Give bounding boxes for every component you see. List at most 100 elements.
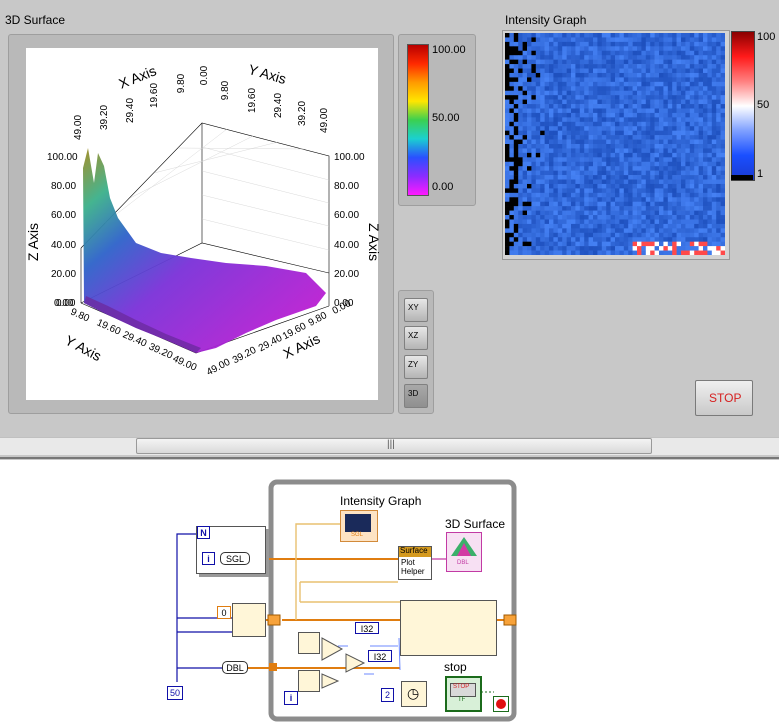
intensity-cell: [672, 192, 677, 198]
intensity-cell: [711, 175, 717, 180]
intensity-cell: [597, 241, 603, 247]
intensity-cell: [676, 126, 682, 131]
intensity-cell: [623, 90, 629, 96]
intensity-cell: [623, 108, 629, 114]
intensity-cell: [689, 33, 695, 38]
zero-constant[interactable]: 0: [217, 606, 231, 619]
intensity-graph-terminal-icon[interactable]: SGL: [340, 510, 378, 542]
intensity-cell: [681, 112, 686, 118]
intensity-cell: [549, 117, 554, 123]
intensity-cell: [645, 81, 651, 87]
intensity-cell: [531, 206, 537, 211]
intensity-cell: [698, 215, 704, 220]
intensity-cell: [694, 144, 699, 149]
intensity-cell: [632, 152, 638, 158]
intensity-cell: [597, 37, 603, 43]
intensity-cell: [645, 33, 651, 38]
dbl-conversion-node[interactable]: DBL: [222, 661, 248, 674]
intensity-cell: [672, 183, 677, 189]
intensity-plot-area[interactable]: [505, 33, 726, 256]
intensity-cell: [544, 201, 550, 207]
fifty-constant[interactable]: 50: [167, 686, 183, 700]
intensity-cell: [641, 37, 647, 43]
subvi-array-node[interactable]: [400, 600, 497, 656]
zy-projection-button[interactable]: ZY: [404, 355, 428, 379]
intensity-cell: [593, 117, 598, 123]
array-init-node[interactable]: [232, 603, 266, 637]
intensity-cell: [518, 46, 523, 52]
intensity-cell: [601, 55, 607, 60]
intensity-cell: [579, 246, 585, 251]
intensity-cell: [579, 64, 585, 69]
intensity-cell: [531, 197, 537, 203]
intensity-cell: [672, 72, 677, 78]
loop-condition-terminal[interactable]: [493, 696, 509, 712]
intensity-cell: [716, 139, 721, 145]
intensity-cell: [676, 237, 682, 242]
intensity-cell: [601, 135, 607, 140]
intensity-cell: [505, 46, 510, 52]
random-number-node[interactable]: [298, 670, 320, 692]
intensity-cell: [663, 130, 669, 136]
intensity-cell: [685, 41, 691, 47]
random-number-node[interactable]: [298, 632, 320, 654]
intensity-cell: [619, 210, 625, 216]
intensity-cell: [623, 192, 629, 198]
intensity-cell: [663, 166, 669, 171]
horizontal-scrollbar-thumb[interactable]: |||: [136, 438, 652, 454]
intensity-cell: [707, 175, 713, 180]
intensity-cell: [610, 237, 616, 242]
surface-plot-helper-node[interactable]: Surface Plot Helper: [398, 546, 432, 580]
intensity-cell: [716, 161, 721, 167]
intensity-cell: [698, 241, 704, 247]
intensity-cell: [676, 41, 682, 47]
intensity-cell: [527, 241, 532, 247]
wait-ms-node[interactable]: ◷: [401, 681, 427, 707]
intensity-cell: [663, 144, 669, 149]
intensity-cell: [553, 117, 559, 123]
intensity-cell: [641, 183, 647, 189]
intensity-cell: [645, 46, 651, 52]
intensity-cell: [601, 99, 607, 105]
intensity-cell: [566, 210, 572, 216]
intensity-cell: [571, 144, 576, 149]
stop-condition-icon: [496, 699, 506, 709]
intensity-cell: [623, 246, 629, 251]
intensity-cell: [637, 152, 642, 158]
intensity-cell: [553, 241, 559, 247]
intensity-colorbar[interactable]: [731, 31, 755, 181]
intensity-cell: [716, 188, 721, 194]
wait-constant[interactable]: 2: [381, 688, 394, 702]
intensity-cell: [566, 41, 572, 47]
intensity-cell: [584, 179, 589, 185]
intensity-cell: [698, 166, 704, 171]
xz-projection-button[interactable]: XZ: [404, 326, 428, 350]
stop-control-terminal[interactable]: STOP TF: [445, 676, 482, 712]
stop-button[interactable]: STOP: [695, 380, 753, 416]
intensity-cell: [681, 81, 686, 87]
intensity-cell: [694, 241, 699, 247]
colorbar-ramp[interactable]: [407, 44, 429, 196]
intensity-cell: [562, 183, 567, 189]
intensity-cell: [557, 201, 563, 207]
xy-projection-button[interactable]: XY: [404, 298, 428, 322]
intensity-cell: [615, 250, 620, 256]
intensity-cell: [553, 41, 559, 47]
surface-terminal-icon[interactable]: DBL: [446, 532, 482, 572]
intensity-cell: [707, 228, 713, 234]
intensity-cell: [707, 161, 713, 167]
intensity-cell: [689, 206, 695, 211]
intensity-cell: [513, 117, 519, 123]
intensity-cell: [584, 117, 589, 123]
intensity-cell: [716, 55, 721, 60]
intensity-cell: [628, 228, 633, 234]
intensity-cell: [562, 192, 567, 198]
intensity-cell: [711, 250, 717, 256]
3d-projection-button[interactable]: 3D: [404, 384, 428, 408]
intensity-cell: [698, 157, 704, 163]
intensity-cell: [681, 201, 686, 207]
intensity-cell: [584, 157, 589, 163]
sgl-conversion-node[interactable]: SGL: [220, 552, 250, 565]
intensity-cell: [645, 99, 651, 105]
intensity-cell: [593, 219, 598, 225]
